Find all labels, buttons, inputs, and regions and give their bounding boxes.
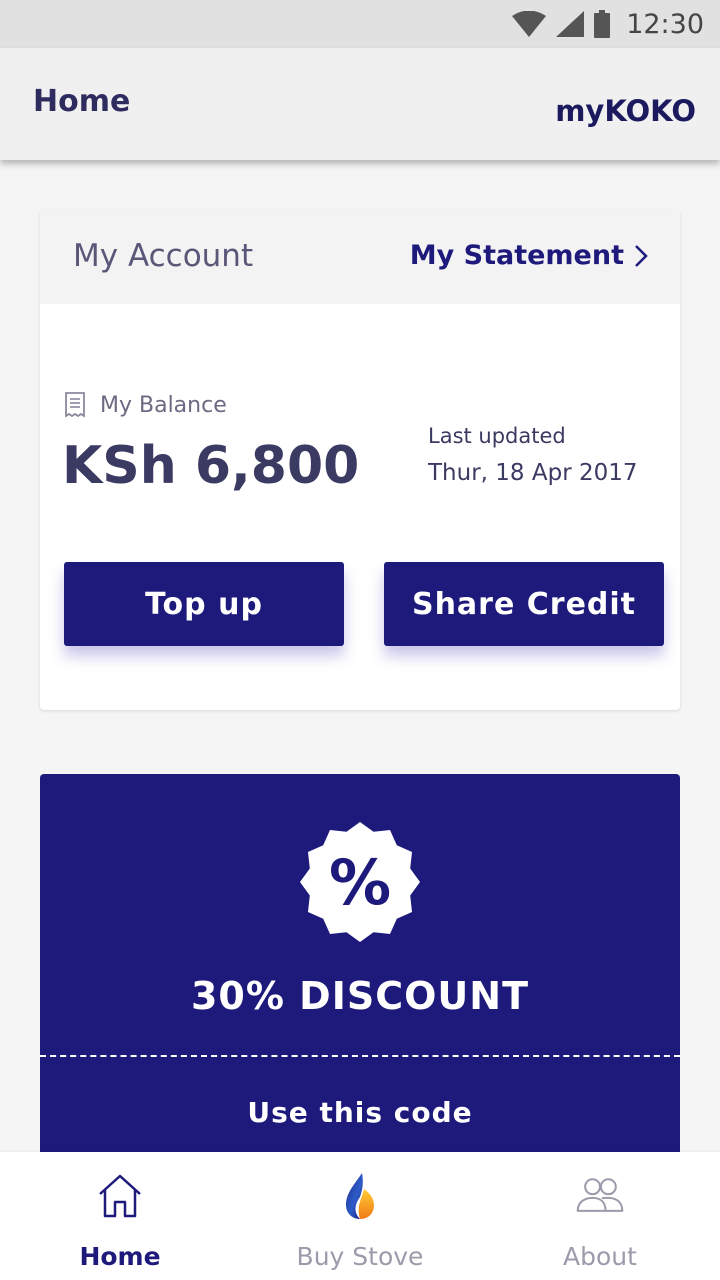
nav-item-buy-stove[interactable]: Buy Stove (240, 1152, 480, 1280)
dashed-divider (40, 1055, 680, 1057)
balance-label: My Balance (100, 392, 227, 418)
balance-amount: KSh 6,800 (62, 436, 360, 496)
app-bar: Home myKOKO (0, 48, 720, 160)
nav-label-buy-stove: Buy Stove (296, 1242, 424, 1271)
battery-icon (594, 10, 611, 38)
page-title: Home (33, 84, 131, 119)
nav-item-home[interactable]: Home (0, 1152, 240, 1280)
share-credit-button[interactable]: Share Credit (384, 562, 664, 646)
bottom-navigation: Home Buy Stove About (0, 1152, 720, 1280)
my-statement-label: My Statement (409, 240, 624, 271)
my-statement-link[interactable]: My Statement (410, 240, 648, 271)
top-up-button[interactable]: Top up (64, 562, 344, 646)
people-icon (574, 1170, 626, 1222)
account-card-header: My Account My Statement (40, 210, 680, 304)
account-heading: My Account (73, 238, 254, 274)
status-bar: 12:30 (0, 0, 720, 48)
account-card: My Account My Statement My Balance KSh 6… (40, 210, 680, 710)
nav-label-home: Home (79, 1242, 161, 1271)
home-icon (94, 1170, 146, 1222)
discount-card[interactable]: % 30% DISCOUNT Use this code (40, 774, 680, 1164)
cell-signal-icon (556, 11, 585, 37)
percent-symbol: % (329, 846, 391, 919)
use-code-label: Use this code (247, 1096, 473, 1129)
brand-logo-text: myKOKO (555, 94, 696, 128)
flame-icon (334, 1170, 386, 1222)
balance-label-row: My Balance (64, 392, 227, 418)
receipt-icon (65, 392, 85, 418)
status-time: 12:30 (626, 8, 704, 40)
chevron-right-icon (635, 244, 648, 267)
nav-item-about[interactable]: About (480, 1152, 720, 1280)
last-updated-date: Thur, 18 Apr 2017 (428, 460, 638, 486)
wifi-icon (512, 11, 547, 37)
last-updated-label: Last updated (428, 424, 566, 448)
nav-label-about: About (563, 1242, 637, 1271)
discount-badge-icon: % (298, 820, 422, 944)
discount-title: 30% DISCOUNT (190, 974, 529, 1018)
